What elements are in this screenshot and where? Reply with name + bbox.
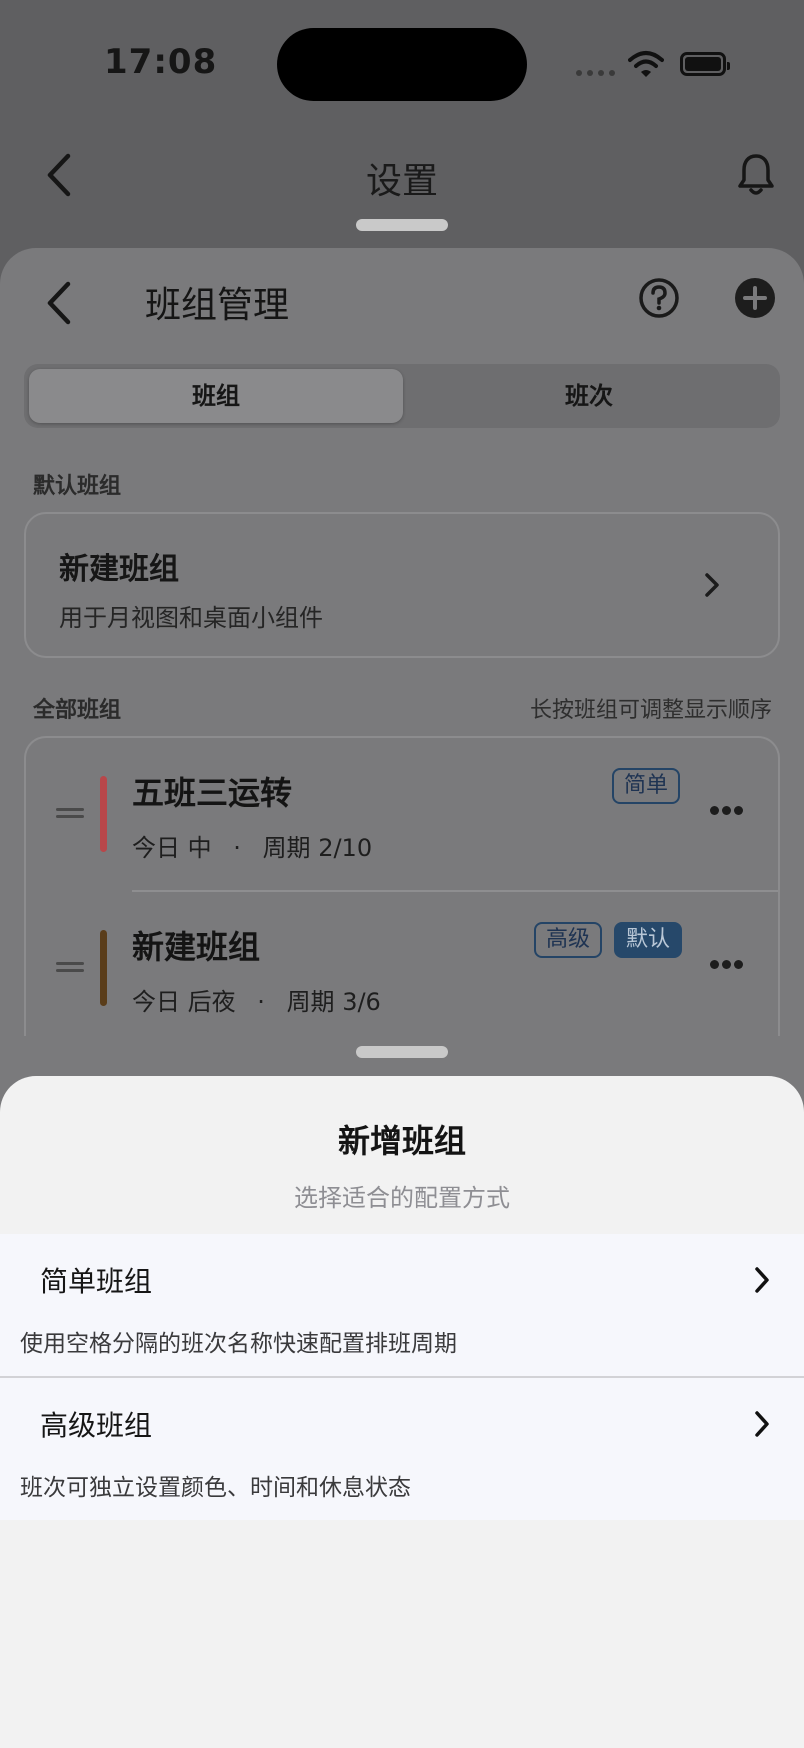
option-title: 高级班组 (40, 1409, 153, 1442)
default-group-title: 新建班组 (59, 552, 179, 587)
sheet-grabber[interactable] (356, 1046, 448, 1058)
more-icon[interactable] (710, 806, 744, 816)
sheet-grabber[interactable] (356, 219, 448, 231)
segmented-control: 班组 班次 (24, 364, 780, 428)
sheet-title: 新增班组 (337, 1122, 466, 1160)
dynamic-island (277, 28, 527, 101)
default-section-label: 默认班组 (33, 474, 122, 499)
default-group-card[interactable]: 新建班组 用于月视图和桌面小组件 (24, 512, 780, 658)
add-group-icon[interactable] (734, 277, 776, 319)
status-time: 17:08 (104, 42, 218, 82)
signal-icon (576, 70, 616, 76)
option-title: 简单班组 (40, 1265, 153, 1298)
chevron-right-icon (755, 1411, 769, 1437)
group-type-tag: 高级 (534, 922, 603, 958)
tab-groups[interactable]: 班组 (29, 369, 403, 423)
all-groups-label: 全部班组 (33, 698, 122, 723)
group-color-bar (100, 930, 107, 1006)
settings-title: 设置 (365, 161, 438, 202)
more-icon[interactable] (710, 960, 744, 970)
page-title: 班组管理 (145, 285, 290, 326)
reorder-hint: 长按班组可调整显示顺序 (529, 698, 772, 723)
default-tag: 默认 (614, 922, 683, 958)
group-name: 五班三运转 (132, 774, 293, 812)
wifi-icon (628, 51, 664, 77)
group-type-tag: 简单 (612, 768, 681, 804)
drag-handle-icon[interactable] (56, 962, 84, 972)
help-icon[interactable] (638, 277, 680, 319)
advanced-group-option[interactable]: 高级班组 班次可独立设置颜色、时间和休息状态 (0, 1378, 804, 1520)
group-row[interactable]: 新建班组 高级 默认 今日 后夜 · 周期 3/6 (26, 892, 778, 1036)
group-meta: 今日 中 · 周期 2/10 (132, 834, 373, 862)
group-list: 五班三运转 简单 今日 中 · 周期 2/10 新建班组 高级 默认 今日 后夜 (24, 736, 780, 1036)
sheet-subtitle: 选择适合的配置方式 (294, 1184, 510, 1212)
chevron-right-icon (755, 1267, 769, 1293)
group-color-bar (100, 776, 107, 852)
tab-shifts[interactable]: 班次 (404, 369, 774, 423)
chevron-right-icon (705, 573, 719, 597)
battery-icon (680, 52, 730, 76)
group-name: 新建班组 (132, 928, 261, 966)
drag-handle-icon[interactable] (56, 808, 84, 818)
option-description: 使用空格分隔的班次名称快速配置排班周期 (20, 1331, 457, 1357)
option-description: 班次可独立设置颜色、时间和休息状态 (20, 1475, 411, 1501)
simple-group-option[interactable]: 简单班组 使用空格分隔的班次名称快速配置排班周期 (0, 1234, 804, 1376)
default-group-subtitle: 用于月视图和桌面小组件 (59, 604, 323, 632)
group-meta: 今日 后夜 · 周期 3/6 (132, 988, 381, 1016)
bell-icon[interactable] (736, 152, 776, 198)
group-row[interactable]: 五班三运转 简单 今日 中 · 周期 2/10 (26, 738, 778, 892)
back-icon[interactable] (40, 278, 80, 328)
add-group-sheet: 新增班组 选择适合的配置方式 简单班组 使用空格分隔的班次名称快速配置排班周期 … (0, 1076, 804, 1748)
status-icons (576, 48, 736, 82)
